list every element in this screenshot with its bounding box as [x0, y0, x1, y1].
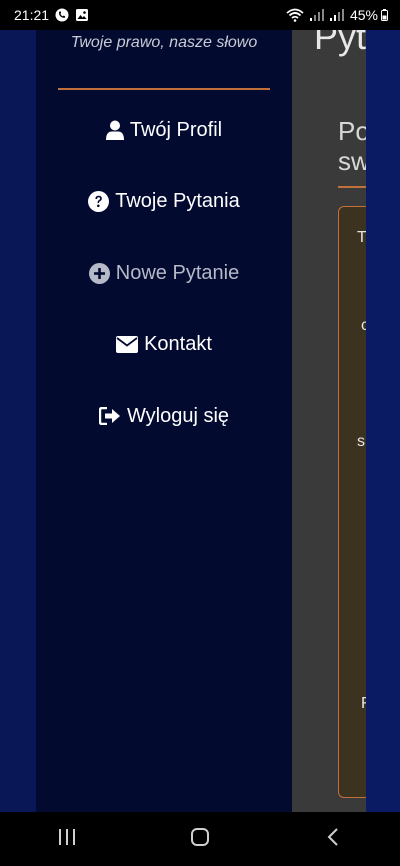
signal-icon — [309, 9, 324, 21]
envelope-icon — [116, 335, 139, 353]
page-heading-line1: Po — [338, 116, 366, 146]
menu-item-logout-label: Wyloguj się — [126, 404, 230, 427]
wifi-icon — [286, 8, 304, 22]
page-title: Pyt — [314, 30, 366, 57]
battery-level: 45% — [349, 7, 378, 23]
menu-item-profile-label: Twój Profil — [129, 118, 223, 141]
drawer-divider — [58, 88, 270, 90]
navigation-drawer: Twoje prawo, nasze słowo Twój Profil Two… — [36, 30, 292, 812]
signal-icon-2 — [329, 9, 344, 21]
menu-item-contact-label: Kontakt — [144, 332, 212, 355]
sign-out-icon — [98, 407, 121, 425]
status-left: 21:21 — [14, 7, 89, 23]
menu-item-questions-label: Twoje Pytania — [115, 189, 240, 212]
status-time: 21:21 — [14, 7, 50, 23]
card-text-1: T — [357, 229, 366, 246]
recent-apps-icon — [57, 828, 77, 851]
home-button[interactable] — [170, 819, 230, 859]
plus-circle-icon — [88, 262, 110, 284]
back-button[interactable] — [303, 819, 363, 859]
question-circle-icon — [88, 190, 110, 212]
menu-item-new-question[interactable]: Nowe Pytanie — [36, 253, 292, 293]
status-bar: 21:21 45% — [0, 0, 400, 30]
system-nav-bar — [0, 812, 400, 866]
page-card: T c s F — [338, 206, 366, 798]
page-heading-line2: sw — [338, 146, 366, 176]
back-icon — [326, 827, 340, 852]
screen: 21:21 45% Pyt Po sw T c s F Twoje prawo,… — [0, 0, 400, 866]
outer-left-strip — [0, 30, 36, 812]
drawer-tagline: Twoje prawo, nasze słowo — [70, 34, 258, 51]
user-icon — [105, 120, 124, 140]
background-page-overlay[interactable]: Pyt Po sw T c s F — [292, 30, 366, 812]
menu-item-logout[interactable]: Wyloguj się — [36, 396, 292, 436]
gallery-icon — [75, 8, 89, 22]
battery-indicator: 45% — [350, 7, 388, 23]
outer-right-strip — [366, 30, 400, 812]
home-icon — [190, 827, 210, 852]
menu-item-profile[interactable]: Twój Profil — [36, 110, 292, 150]
status-right: 45% — [286, 7, 388, 23]
menu-item-contact[interactable]: Kontakt — [36, 324, 292, 364]
battery-icon — [381, 9, 388, 21]
recent-apps-button[interactable] — [37, 819, 97, 859]
menu-item-new-question-label: Nowe Pytanie — [115, 261, 240, 284]
card-text-3: s — [357, 433, 365, 450]
card-text-4: F — [361, 695, 366, 712]
phone-call-icon — [55, 8, 69, 22]
page-heading: Po sw — [338, 116, 366, 176]
card-text-2: c — [361, 317, 366, 334]
menu-item-questions[interactable]: Twoje Pytania — [36, 181, 292, 221]
page-divider — [338, 186, 366, 188]
